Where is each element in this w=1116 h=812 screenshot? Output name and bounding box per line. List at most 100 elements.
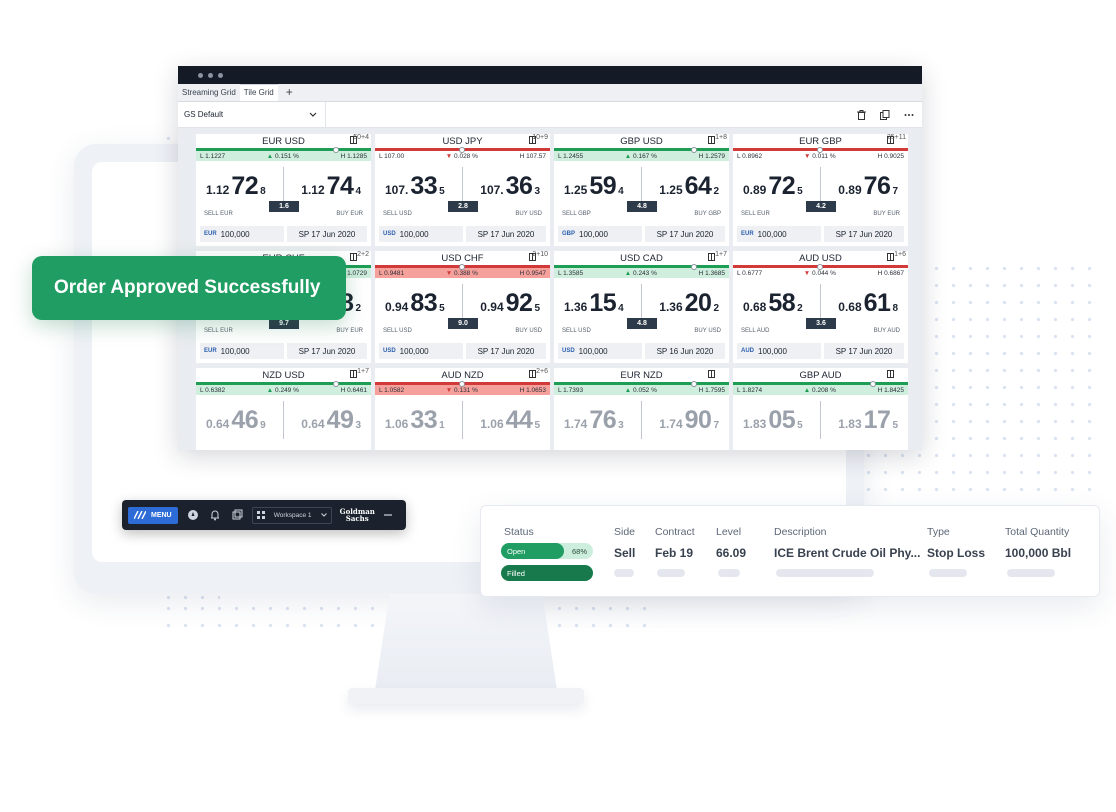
fx-tile[interactable]: GBP AUD L 1.8274 ▲ 0.208 % H 1.8425 1.83… (733, 368, 908, 450)
change-percent: 0.249 % (275, 386, 299, 394)
day-change: ▲ 0.243 % (625, 270, 657, 277)
price-divider (820, 401, 821, 439)
chevron-down-icon (309, 112, 317, 117)
settlement-date[interactable]: SP 17 Jun 2020 (466, 226, 546, 242)
fx-tile[interactable]: AUD USD 1+6 L 0.6777 ▼ 0.044 % H 0.6867 … (733, 251, 908, 363)
fx-tile[interactable]: USD JPY 10+9 L 107.00 ▼ 0.028 % H 107.57… (375, 134, 550, 246)
sell-price-pip: 5 (439, 185, 445, 197)
change-percent: 0.388 % (454, 269, 478, 277)
side-labels: SELL USD BUY USD (375, 211, 550, 221)
sell-price[interactable]: 0.64 46 9 (206, 406, 266, 435)
buy-price[interactable]: 1.12 74 4 (301, 172, 361, 201)
tab-streaming-grid[interactable]: Streaming Grid (178, 85, 240, 101)
bell-icon[interactable] (208, 509, 222, 521)
price-area: 0.94 83 5 0.94 92 5 9.0 (375, 278, 550, 329)
pin-icon[interactable] (887, 253, 894, 261)
day-low: L 1.7393 (558, 386, 584, 394)
buy-price-pip: 7 (713, 419, 719, 431)
settlement-date[interactable]: SP 17 Jun 2020 (287, 226, 367, 242)
value-side: Sell (614, 546, 636, 560)
settlement-date[interactable]: SP 17 Jun 2020 (824, 226, 904, 242)
sell-price[interactable]: 0.89 72 5 (743, 172, 803, 201)
status-filled-pill[interactable]: Filled (501, 565, 593, 581)
change-arrow-icon: ▲ (266, 386, 274, 394)
settlement-date[interactable]: SP 17 Jun 2020 (287, 343, 367, 359)
fx-tile[interactable]: EUR USD 50+4 L 1.1227 ▲ 0.151 % H 1.1285… (196, 134, 371, 246)
fx-tile[interactable]: AUD NZD 2+6 L 1.0582 ▼ 0.131 % H 1.0653 … (375, 368, 550, 450)
window-dot-icon[interactable] (198, 72, 203, 78)
sell-price-big: 33 (410, 405, 438, 434)
settlement-date[interactable]: SP 16 Jun 2020 (645, 343, 725, 359)
pin-icon[interactable] (708, 136, 715, 144)
sell-price[interactable]: 0.68 58 2 (743, 289, 803, 318)
sell-price[interactable]: 1.12 72 8 (206, 172, 266, 201)
buy-price[interactable]: 107. 36 3 (480, 172, 540, 201)
buy-price[interactable]: 0.94 92 5 (480, 289, 540, 318)
window-dot-icon[interactable] (208, 72, 213, 78)
pin-icon[interactable] (350, 253, 357, 261)
buy-price[interactable]: 1.74 90 7 (659, 406, 719, 435)
buy-price[interactable]: 0.89 76 7 (838, 172, 898, 201)
tab-tile-grid[interactable]: Tile Grid (239, 84, 278, 101)
sell-price[interactable]: 1.83 05 5 (743, 406, 803, 435)
tile-footer: AUD 100,000 SP 17 Jun 2020 (737, 343, 904, 359)
header-status: Status (504, 526, 534, 538)
pin-icon[interactable] (708, 370, 715, 378)
sell-price[interactable]: 1.36 15 4 (564, 289, 624, 318)
buy-price[interactable]: 1.36 20 2 (659, 289, 719, 318)
amount-input[interactable]: AUD 100,000 (737, 343, 821, 359)
buy-price[interactable]: 0.64 49 3 (301, 406, 361, 435)
sell-price[interactable]: 1.06 33 1 (385, 406, 445, 435)
trash-icon[interactable] (857, 109, 866, 120)
fx-tile[interactable]: EUR GBP 25+11 L 0.8962 ▼ 0.011 % H 0.902… (733, 134, 908, 246)
settlement-date[interactable]: SP 17 Jun 2020 (645, 226, 725, 242)
price-area: 1.36 15 4 1.36 20 2 4.8 (554, 278, 729, 329)
fx-tile[interactable]: USD CAD 1+7 L 1.3585 ▲ 0.243 % H 1.3685 … (554, 251, 729, 363)
windows-icon[interactable] (230, 509, 244, 521)
sell-price[interactable]: 1.25 59 4 (564, 172, 624, 201)
pin-icon[interactable] (708, 253, 715, 261)
menu-button[interactable]: MENU (128, 506, 178, 524)
more-icon[interactable] (904, 110, 914, 120)
layout-select[interactable]: GS Default (178, 101, 326, 128)
amount-input[interactable]: USD 100,000 (558, 343, 642, 359)
sell-price-pip: 5 (797, 185, 803, 197)
fx-tile[interactable]: EUR NZD L 1.7393 ▲ 0.052 % H 1.7595 1.74… (554, 368, 729, 450)
amount-input[interactable]: USD 100,000 (379, 226, 463, 242)
fx-tile[interactable]: NZD USD 1+7 L 0.6382 ▲ 0.249 % H 0.6461 … (196, 368, 371, 450)
pin-icon[interactable] (529, 370, 536, 378)
sell-price[interactable]: 107. 33 5 (385, 172, 445, 201)
sell-price-handle: 1.36 (564, 299, 588, 314)
window-dot-icon[interactable] (218, 72, 223, 78)
amount-input[interactable]: USD 100,000 (379, 343, 463, 359)
pin-icon[interactable] (350, 370, 357, 378)
settlement-date[interactable]: SP 17 Jun 2020 (466, 343, 546, 359)
sell-price[interactable]: 1.74 76 3 (564, 406, 624, 435)
fx-tile[interactable]: USD CHF 2+10 L 0.9481 ▼ 0.388 % H 0.9547… (375, 251, 550, 363)
amount-input[interactable]: EUR 100,000 (200, 226, 284, 242)
buy-price[interactable]: 1.83 17 5 (838, 406, 898, 435)
amount-input[interactable]: EUR 100,000 (737, 226, 821, 242)
status-open-pill[interactable]: Open 68% (501, 543, 593, 559)
fx-tile[interactable]: GBP USD 1+8 L 1.2455 ▲ 0.167 % H 1.2579 … (554, 134, 729, 246)
compass-icon[interactable] (186, 509, 200, 521)
price-divider (641, 284, 642, 322)
change-arrow-icon: ▲ (624, 269, 632, 277)
sell-price[interactable]: 0.94 83 5 (385, 289, 445, 318)
sell-price-pip: 1 (439, 419, 445, 431)
minimize-icon[interactable] (383, 510, 393, 520)
buy-price-pip: 5 (534, 302, 540, 314)
workspace-select[interactable]: Workspace 1 (251, 506, 332, 524)
buy-price[interactable]: 0.68 61 8 (838, 289, 898, 318)
sell-price-pip: 4 (618, 185, 624, 197)
buy-price[interactable]: 1.25 64 2 (659, 172, 719, 201)
change-arrow-icon: ▼ (804, 152, 811, 160)
trend-bar (375, 263, 550, 270)
copy-icon[interactable] (880, 109, 890, 120)
add-tab-button[interactable]: + (278, 84, 301, 101)
amount-input[interactable]: GBP 100,000 (558, 226, 642, 242)
amount-input[interactable]: EUR 100,000 (200, 343, 284, 359)
pin-icon[interactable] (887, 370, 894, 378)
buy-price[interactable]: 1.06 44 5 (480, 406, 540, 435)
settlement-date[interactable]: SP 17 Jun 2020 (824, 343, 904, 359)
